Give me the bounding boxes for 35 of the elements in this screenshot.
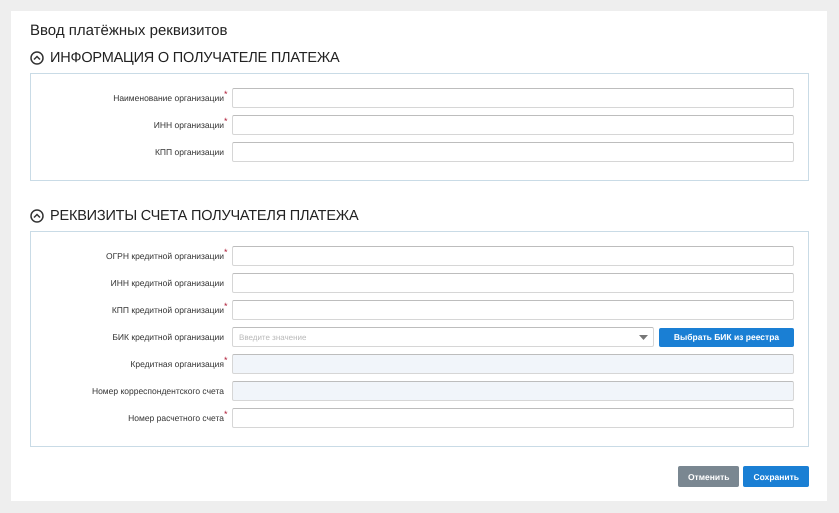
readonly-field[interactable] bbox=[232, 381, 794, 401]
field-label: ИНН организации bbox=[154, 120, 224, 130]
field-label: БИК кредитной организации bbox=[112, 332, 224, 342]
save-button[interactable]: Сохранить bbox=[743, 466, 809, 487]
required-mark: * bbox=[224, 116, 228, 126]
field-label: Номер корреспондентского счета bbox=[92, 386, 224, 396]
text-field[interactable] bbox=[232, 142, 794, 162]
cancel-button[interactable]: Отменить bbox=[678, 466, 740, 487]
collapse-icon[interactable] bbox=[30, 51, 44, 65]
page-title: Ввод платёжных реквизитов bbox=[30, 21, 228, 41]
text-field[interactable] bbox=[232, 246, 794, 266]
readonly-field[interactable] bbox=[232, 354, 794, 374]
text-field[interactable] bbox=[232, 273, 794, 293]
dropdown-arrow-icon[interactable] bbox=[639, 335, 648, 340]
field-label: Номер расчетного счета bbox=[128, 413, 224, 423]
required-mark: * bbox=[224, 89, 228, 99]
text-field[interactable] bbox=[232, 300, 794, 320]
select-field[interactable]: Введите значение bbox=[232, 327, 654, 347]
collapse-icon[interactable] bbox=[30, 209, 44, 223]
required-mark: * bbox=[224, 355, 228, 365]
text-field[interactable] bbox=[232, 115, 794, 135]
section-title: РЕКВИЗИТЫ СЧЕТА ПОЛУЧАТЕЛЯ ПЛАТЕЖА bbox=[50, 208, 358, 224]
text-field[interactable] bbox=[232, 408, 794, 428]
section-title: ИНФОРМАЦИЯ О ПОЛУЧАТЕЛЕ ПЛАТЕЖА bbox=[50, 50, 340, 66]
required-mark: * bbox=[224, 409, 228, 419]
field-label: ОГРН кредитной организации bbox=[106, 251, 224, 261]
required-mark: * bbox=[224, 247, 228, 257]
field-label: Наименование организации bbox=[113, 93, 224, 103]
field-label: ИНН кредитной организации bbox=[110, 278, 224, 288]
text-field[interactable] bbox=[232, 88, 794, 108]
field-label: КПП организации bbox=[154, 147, 224, 157]
field-label: Кредитная организация bbox=[130, 359, 224, 369]
required-mark: * bbox=[224, 301, 228, 311]
field-label: КПП кредитной организации bbox=[112, 305, 224, 315]
registry-button[interactable]: Выбрать БИК из реестра bbox=[659, 328, 794, 346]
